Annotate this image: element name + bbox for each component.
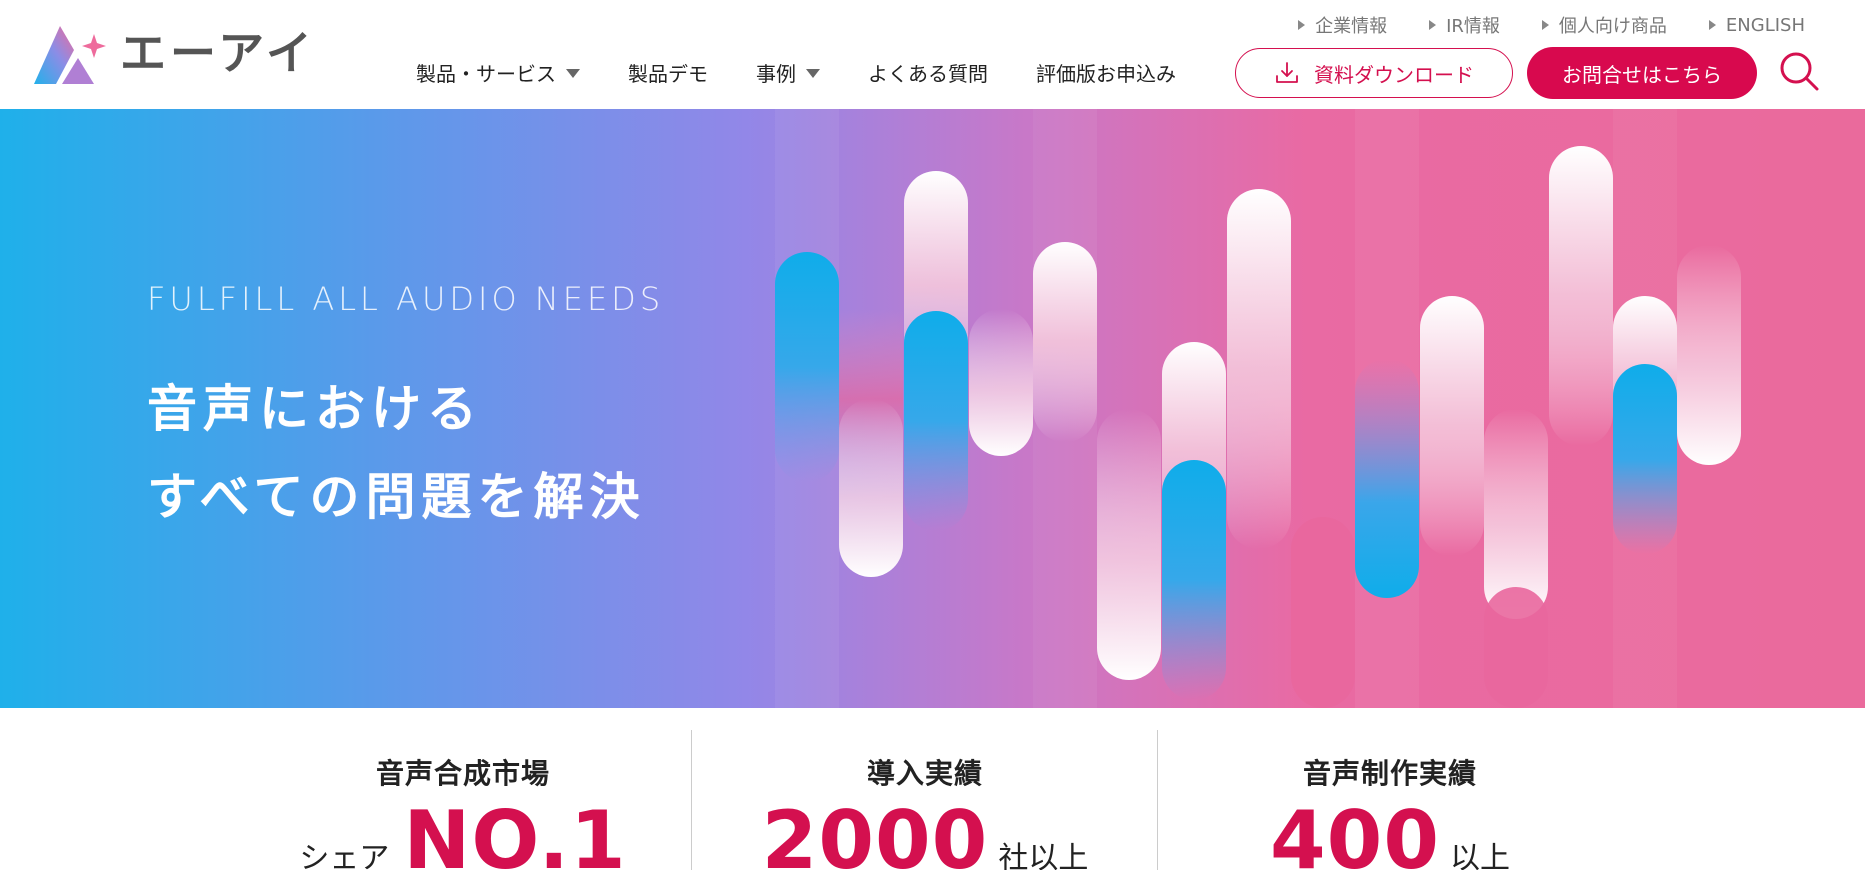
logo-text: エーアイ (120, 26, 316, 80)
stat-divider (1157, 730, 1158, 870)
utility-nav: 企業情報 IR情報 個人向け商品 ENGLISH (1298, 12, 1805, 38)
nav-item-demo[interactable]: 製品デモ (628, 58, 708, 87)
stat-label: 音声合成市場 (375, 757, 550, 790)
hero-tagline: FULFILL ALL AUDIO NEEDS (147, 280, 665, 318)
utility-link-label: IR情報 (1446, 16, 1500, 37)
search-icon (1780, 52, 1819, 91)
logo-mark-icon (34, 26, 106, 84)
contact-button[interactable]: お問合せはこちら (1527, 47, 1757, 99)
utility-link-label: ENGLISH (1725, 14, 1805, 36)
stat-value: 400 (1270, 794, 1440, 870)
stat-value-row: 2000 社以上 (762, 798, 1089, 870)
wave-bar (1162, 460, 1226, 700)
utility-link-personal[interactable]: 個人向け商品 (1541, 12, 1667, 38)
wave-bar (969, 309, 1033, 456)
stat-market-share: 音声合成市場 シェア NO.1 (272, 708, 654, 870)
hero-headline: 音声における すべての問題を解決 (147, 365, 646, 541)
wave-bar (1420, 296, 1484, 556)
wave-bar (1033, 242, 1097, 442)
download-icon (1276, 62, 1298, 83)
logo[interactable]: エーアイ (34, 18, 316, 88)
utility-link-company[interactable]: 企業情報 (1298, 12, 1387, 38)
search-button[interactable] (1777, 49, 1821, 93)
stat-value: 2000 (761, 794, 989, 870)
stat-divider (691, 730, 692, 870)
main-nav: 製品・サービス 製品デモ 事例 よくある質問 評価版お申込み (416, 58, 1224, 87)
hero-headline-line1: 音声における (147, 380, 483, 438)
nav-item-trial[interactable]: 評価版お申込み (1036, 58, 1176, 87)
stat-suffix: 社以上 (998, 841, 1089, 870)
stat-value-row: 400 以上 (1270, 798, 1510, 870)
utility-link-english[interactable]: ENGLISH (1708, 12, 1805, 38)
site-header: エーアイ 企業情報 IR情報 個人向け商品 ENGLISH 製品・サービス 製品… (0, 0, 1865, 109)
triangle-right-icon (1429, 20, 1437, 30)
triangle-right-icon (1298, 20, 1306, 30)
stat-production: 音声制作実績 400 以上 (1200, 708, 1580, 870)
stat-value: NO.1 (403, 794, 627, 870)
triangle-right-icon (1708, 20, 1716, 30)
triangle-right-icon (1541, 20, 1549, 30)
download-materials-button[interactable]: 資料ダウンロード (1235, 48, 1513, 98)
wave-bar (904, 311, 968, 531)
nav-item-cases[interactable]: 事例 (756, 58, 820, 87)
stat-value-row: シェア NO.1 (299, 798, 626, 870)
nav-item-products[interactable]: 製品・サービス (416, 58, 580, 87)
wave-bar (1291, 517, 1355, 708)
wave-bar (839, 399, 903, 577)
wave-bar (1549, 146, 1613, 446)
wave-bar (775, 252, 839, 482)
hero-headline-line2: すべての問題を解決 (147, 468, 646, 526)
wave-bar (1613, 364, 1677, 554)
wave-bar (1227, 189, 1291, 549)
stat-suffix: 以上 (1450, 841, 1510, 870)
chevron-down-icon (566, 69, 580, 78)
utility-link-label: 個人向け商品 (1558, 16, 1667, 37)
nav-item-label: よくある質問 (868, 62, 988, 86)
stat-label: 導入実績 (866, 757, 983, 790)
contact-button-label: お問合せはこちら (1562, 62, 1722, 87)
stat-prefix: シェア (299, 841, 390, 870)
wave-bar (1097, 409, 1161, 680)
stat-label: 音声制作実績 (1302, 757, 1477, 790)
download-button-label: 資料ダウンロード (1314, 62, 1474, 87)
wave-bar (1677, 245, 1741, 465)
stats-section: 音声合成市場 シェア NO.1 導入実績 2000 社以上 音声制作実績 400… (0, 708, 1865, 870)
nav-item-label: 製品・サービス (416, 62, 556, 86)
nav-item-label: 製品デモ (628, 62, 708, 86)
wave-bar (1484, 587, 1548, 708)
nav-item-faq[interactable]: よくある質問 (868, 58, 988, 87)
nav-item-label: 事例 (756, 62, 796, 86)
hero-banner: FULFILL ALL AUDIO NEEDS 音声における すべての問題を解決 (0, 109, 1865, 708)
stat-adoption: 導入実績 2000 社以上 (735, 708, 1115, 870)
utility-link-label: 企業情報 (1315, 16, 1388, 37)
chevron-down-icon (806, 69, 820, 78)
nav-item-label: 評価版お申込み (1036, 62, 1176, 86)
utility-link-ir[interactable]: IR情報 (1429, 12, 1500, 38)
wave-bar (1355, 359, 1419, 598)
